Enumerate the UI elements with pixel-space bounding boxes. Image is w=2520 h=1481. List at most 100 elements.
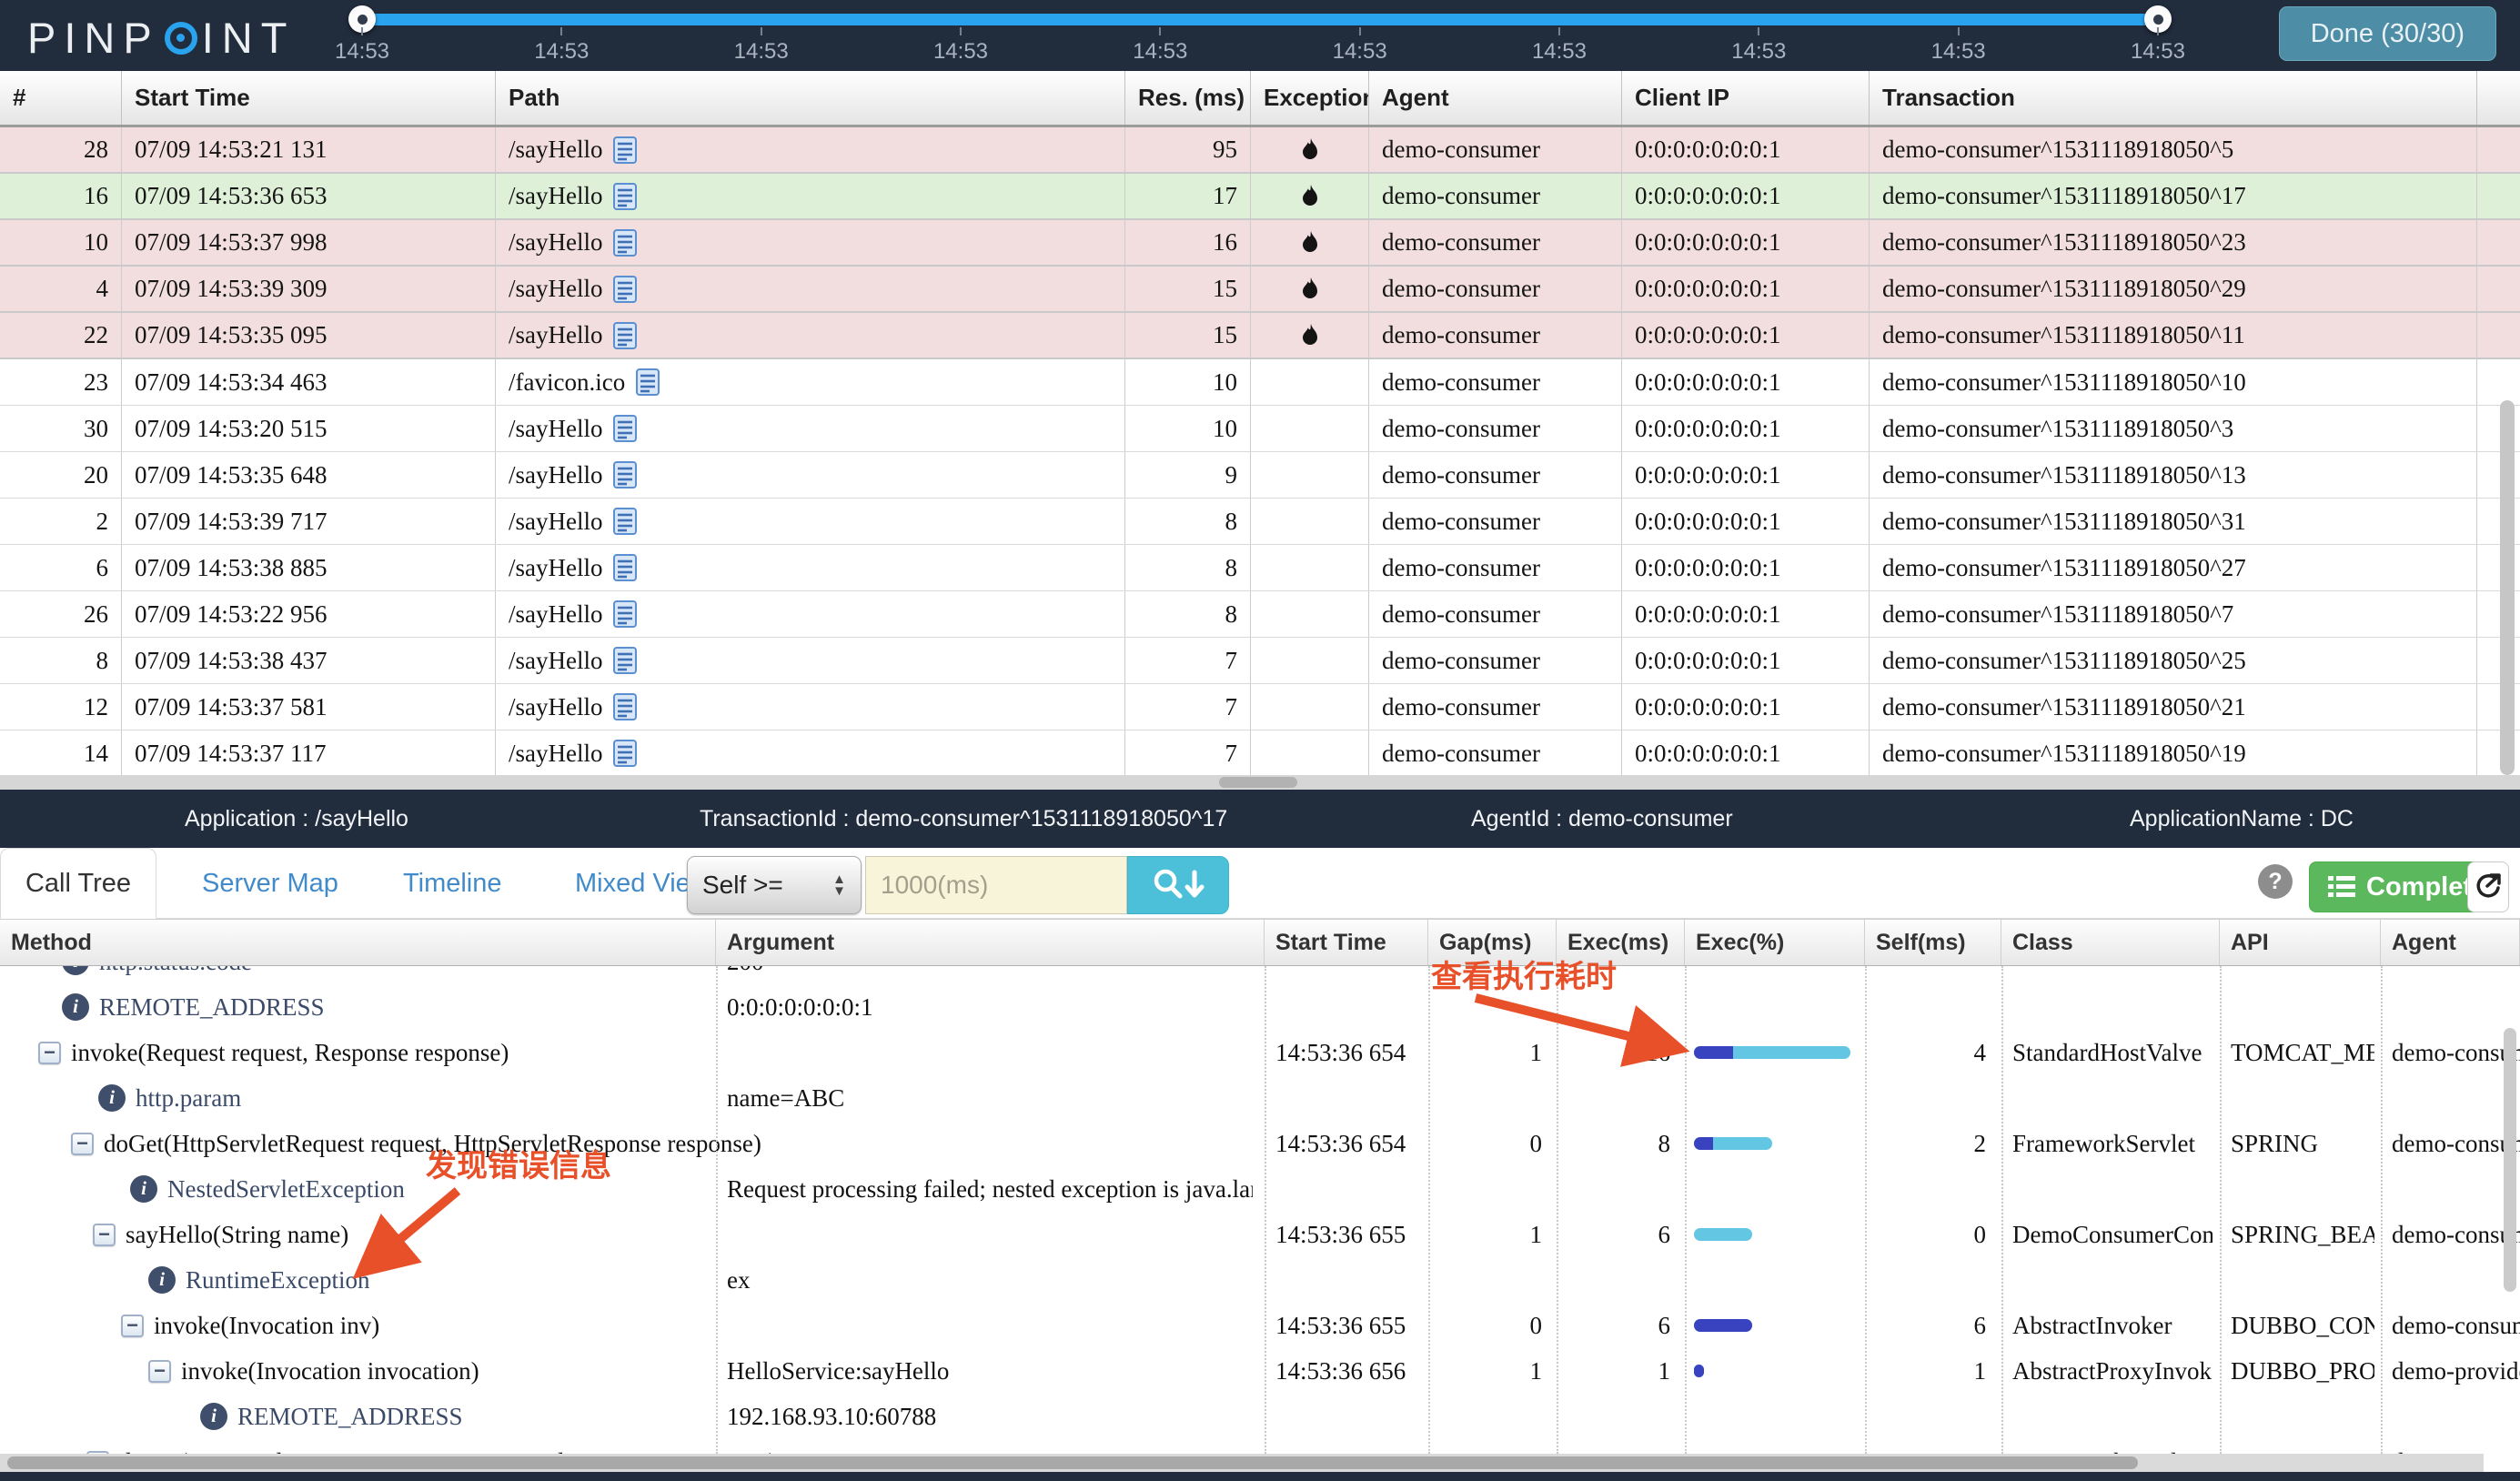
cell-res: 8 — [1125, 591, 1251, 637]
table-row[interactable]: 16 07/09 14:53:36 653/sayHello 17 demo-cons… — [0, 174, 2520, 220]
table-row[interactable]: 4 07/09 14:53:39 309/sayHello 15 demo-consu… — [0, 267, 2520, 313]
path-detail-icon[interactable] — [613, 228, 638, 257]
tab-server-map[interactable]: Server Map — [202, 848, 338, 919]
calltree-row[interactable]: i http.param name=ABC — [0, 1075, 2520, 1121]
path-detail-icon[interactable] — [613, 600, 638, 628]
column-header-agent[interactable]: Agent — [1369, 71, 1622, 125]
exception-flame-icon — [1302, 137, 1317, 159]
collapse-toggle-icon[interactable]: − — [38, 1041, 61, 1064]
column-header-start[interactable]: Start Time — [122, 71, 496, 125]
table-row[interactable]: 8 07/09 14:53:38 437/sayHello 7 demo-consum… — [0, 638, 2520, 684]
api-type: SPRING_BEAN — [2231, 1221, 2374, 1248]
path-detail-icon[interactable] — [613, 554, 638, 581]
table-row[interactable]: 12 07/09 14:53:37 581/sayHello 7 demo-consu… — [0, 684, 2520, 730]
row-gutter — [2477, 359, 2520, 405]
cell-path: /sayHello — [496, 730, 1125, 775]
path-detail-icon[interactable] — [613, 182, 638, 210]
path-detail-icon[interactable] — [613, 740, 638, 767]
transaction-table-header: #Start TimePathRes. (ms)↓ExceptionAgentC… — [0, 71, 2520, 127]
table-row[interactable]: 2 07/09 14:53:39 717/sayHello 8 demo-consum… — [0, 499, 2520, 545]
transaction-vscrollbar-thumb[interactable] — [2500, 400, 2515, 775]
cell-start: 07/09 14:53:21 131 — [122, 127, 496, 172]
column-header-path[interactable]: Path — [496, 71, 1125, 125]
self-filter-select[interactable]: Self >= ▲ ▼ — [687, 856, 862, 914]
calltree-row[interactable]: i http.status.code 200 — [0, 966, 2520, 984]
collapse-toggle-icon[interactable]: − — [148, 1359, 171, 1383]
tab-timeline[interactable]: Timeline — [403, 848, 502, 919]
ms-threshold-input[interactable] — [865, 856, 1127, 914]
calltree-row[interactable]: − invoke(Request request, Response respon… — [0, 1030, 2520, 1075]
table-row[interactable]: 28 07/09 14:53:21 131/sayHello 95 demo-cons… — [0, 127, 2520, 174]
path-detail-icon[interactable] — [613, 415, 638, 442]
cell-client_ip: 0:0:0:0:0:0:0:1 — [1622, 452, 1870, 498]
info-icon: i — [98, 1084, 126, 1112]
table-row[interactable]: 20 07/09 14:53:35 648/sayHello 9 demo-consu… — [0, 452, 2520, 499]
calltree-row[interactable]: −doGet(HttpServletRequest request, HttpS… — [0, 1121, 2520, 1166]
method-name: invoke(Request request, Response respons… — [71, 1039, 509, 1066]
table-row[interactable]: 23 07/09 14:53:34 463/favicon.ico 10 demo-c… — [0, 359, 2520, 406]
info-application-name: ApplicationName : DC — [2130, 806, 2354, 831]
path-detail-icon[interactable] — [613, 508, 638, 535]
time-tick-label: 14:53 — [1133, 27, 1187, 65]
done-button[interactable]: Done (30/30) — [2278, 6, 2496, 61]
exec-percent-bar — [1694, 1365, 1704, 1377]
logo-text-right: INT — [201, 14, 296, 62]
collapse-toggle-icon[interactable]: − — [93, 1223, 116, 1246]
open-in-new-window-button[interactable] — [2467, 861, 2509, 912]
table-row[interactable]: 10 07/09 14:53:37 998/sayHello 16 demo-cons… — [0, 220, 2520, 267]
column-header-res[interactable]: Res. (ms)↓ — [1125, 71, 1251, 125]
time-tick-label: 14:53 — [734, 27, 789, 65]
cell-client_ip: 0:0:0:0:0:0:0:1 — [1622, 499, 1870, 544]
start-time: 14:53:36 654 — [1275, 1039, 1406, 1066]
time-tick-label: 14:53 — [534, 27, 589, 65]
path-detail-icon[interactable] — [613, 461, 638, 489]
collapse-toggle-icon[interactable]: − — [71, 1132, 94, 1155]
self-ms: 2 — [1973, 1130, 1987, 1157]
calltree-hscrollbar[interactable] — [0, 1454, 2484, 1472]
table-row[interactable]: 6 07/09 14:53:38 885/sayHello 8 demo-consum… — [0, 545, 2520, 591]
cell-transaction: demo-consumer^1531118918050^5 — [1870, 127, 2477, 172]
calltree-row[interactable]: − invoke(Invocation invocation) HelloServi… — [0, 1348, 2520, 1394]
time-tick-label: 14:53 — [1532, 27, 1587, 65]
cell-path: /sayHello — [496, 452, 1125, 498]
calltree-hscrollbar-thumb[interactable] — [7, 1456, 2138, 1469]
calltree-row[interactable]: i REMOTE_ADDRESS 0:0:0:0:0:0:0:1 — [0, 984, 2520, 1030]
info-transaction-id: TransactionId : demo-consumer^1531118918… — [700, 806, 1228, 831]
time-range-slider[interactable] — [348, 5, 2172, 33]
tab-call-tree[interactable]: Call Tree — [0, 848, 156, 919]
transaction-table: 28 07/09 14:53:21 131/sayHello 95 demo-cons… — [0, 127, 2520, 775]
hscrollbar-thumb[interactable] — [1219, 777, 1297, 788]
path-detail-icon[interactable] — [636, 368, 660, 396]
cell-agent: demo-consumer — [1369, 406, 1622, 451]
transaction-hscrollbar[interactable] — [0, 775, 2520, 790]
self-time-bar — [1694, 1137, 1713, 1150]
path-detail-icon[interactable] — [613, 647, 638, 674]
agent-id: demo-consumer — [2392, 1130, 2520, 1157]
calltree-vscrollbar-thumb[interactable] — [2504, 1028, 2516, 1292]
cell-num: 12 — [0, 684, 122, 730]
column-header-exception[interactable]: Exception — [1251, 71, 1369, 125]
cell-path: /sayHello — [496, 174, 1125, 218]
table-row[interactable]: 26 07/09 14:53:22 956/sayHello 8 demo-consu… — [0, 591, 2520, 638]
collapse-toggle-icon[interactable]: − — [121, 1314, 144, 1337]
table-row[interactable]: 14 07/09 14:53:37 117/sayHello 7 demo-consu… — [0, 730, 2520, 775]
agent-id: demo-provider — [2392, 1357, 2520, 1385]
cell-res: 8 — [1125, 499, 1251, 544]
table-row[interactable]: 30 07/09 14:53:20 515/sayHello 10 demo-cons… — [0, 406, 2520, 452]
table-row[interactable]: 22 07/09 14:53:35 095/sayHello 15 demo-cons… — [0, 313, 2520, 359]
exec-ms: 1 — [1658, 1357, 1671, 1385]
path-detail-icon[interactable] — [613, 693, 638, 720]
path-detail-icon[interactable] — [613, 136, 638, 164]
calltree-row[interactable]: − invoke(Invocation inv) 14:53:36 655 0 6 6 Ab… — [0, 1303, 2520, 1348]
column-header-num[interactable]: # — [0, 71, 122, 125]
column-divider — [2001, 966, 2003, 1454]
calltree-row[interactable]: −doGet(HttpServletRequest request, HttpS… — [0, 1439, 2520, 1454]
column-header-client_ip[interactable]: Client IP — [1622, 71, 1870, 125]
help-icon[interactable]: ? — [2258, 864, 2293, 899]
path-detail-icon[interactable] — [613, 321, 638, 349]
column-header-transaction[interactable]: Transaction — [1870, 71, 2477, 125]
search-button[interactable] — [1127, 856, 1229, 914]
cell-exception — [1251, 127, 1369, 172]
path-detail-icon[interactable] — [613, 275, 638, 303]
calltree-row[interactable]: i REMOTE_ADDRESS 192.168.93.10:60788 — [0, 1394, 2520, 1439]
